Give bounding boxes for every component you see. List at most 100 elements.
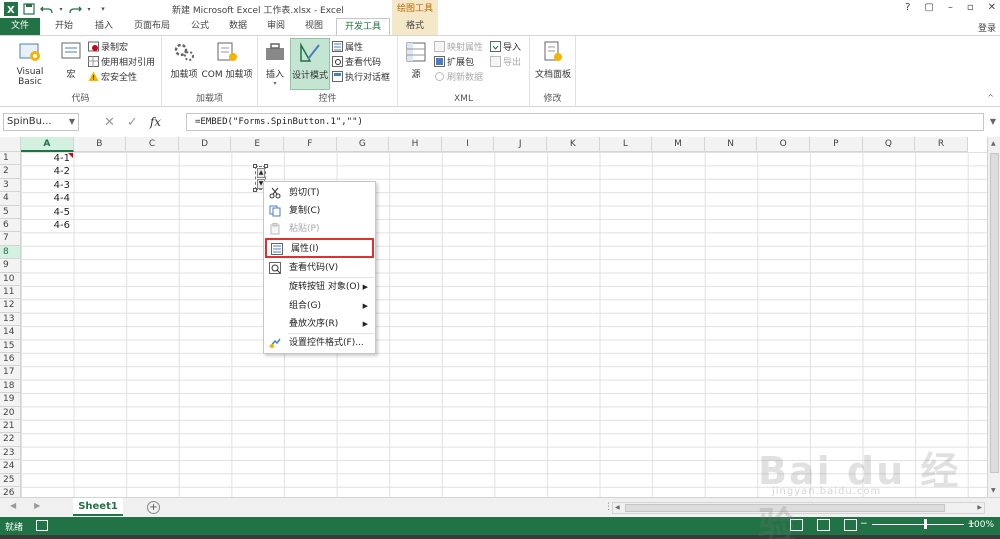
row-header[interactable]: 11 — [0, 286, 21, 300]
confirm-icon[interactable]: ✓ — [127, 115, 138, 130]
com-addins-button[interactable]: COM 加载项 — [200, 40, 254, 80]
name-box[interactable]: SpinBu... ▼ — [3, 113, 79, 131]
customize-qat-icon[interactable]: ▾ — [96, 2, 110, 16]
relative-ref-button[interactable]: 使用相对引用 — [88, 55, 155, 68]
cell-value[interactable]: 4-3 — [21, 179, 73, 192]
document-panel-button[interactable]: 文档面板 — [533, 40, 573, 80]
map-properties-button[interactable]: 映射属性 — [434, 40, 483, 53]
column-header[interactable]: K — [547, 137, 600, 152]
formula-input[interactable]: =EMBED("Forms.SpinButton.1","") — [186, 113, 984, 131]
redo-icon[interactable] — [68, 2, 82, 16]
tab-home[interactable]: 开始 — [46, 18, 82, 35]
vertical-scroll-thumb[interactable] — [990, 153, 999, 473]
resize-handle[interactable] — [253, 164, 257, 168]
insert-function-button[interactable]: fx — [150, 115, 161, 129]
select-all-button[interactable] — [0, 137, 21, 152]
undo-dropdown-icon[interactable]: ▾ — [58, 2, 64, 16]
resize-handle[interactable] — [253, 188, 257, 192]
resize-handle[interactable] — [264, 164, 268, 168]
expansion-pack-button[interactable]: 扩展包 — [434, 55, 474, 68]
record-macro-button[interactable]: 录制宏 — [88, 40, 128, 53]
tab-page-layout[interactable]: 页面布局 — [126, 18, 178, 35]
tab-developer[interactable]: 开发工具 — [336, 18, 390, 35]
row-header[interactable]: 10 — [0, 272, 21, 286]
tab-view[interactable]: 视图 — [296, 18, 332, 35]
row-header[interactable]: 2 — [0, 165, 21, 179]
row-header[interactable]: 8 — [0, 245, 21, 260]
macro-security-button[interactable]: ! 宏安全性 — [88, 70, 137, 83]
column-header[interactable]: I — [441, 137, 495, 152]
spin-up-arrow-icon[interactable]: ▲ — [257, 168, 265, 178]
cell-value[interactable]: 4-6 — [21, 219, 73, 232]
column-header[interactable]: E — [231, 137, 284, 152]
row-header[interactable]: 18 — [0, 379, 21, 394]
xml-import-button[interactable]: 导入 — [490, 40, 521, 53]
column-header[interactable]: Q — [862, 137, 916, 152]
tab-file[interactable]: 文件 — [0, 18, 40, 35]
column-header[interactable]: F — [284, 137, 337, 152]
row-header[interactable]: 21 — [0, 420, 21, 434]
row-header[interactable]: 7 — [0, 232, 21, 246]
scroll-left-icon[interactable]: ◀ — [615, 504, 620, 511]
column-header[interactable]: A — [21, 137, 74, 152]
column-header[interactable]: R — [915, 137, 968, 152]
row-header[interactable]: 26 — [0, 487, 21, 497]
tab-formulas[interactable]: 公式 — [182, 18, 218, 35]
column-header[interactable]: L — [599, 137, 653, 152]
cancel-icon[interactable]: ✕ — [104, 115, 115, 130]
menu-item-view-code[interactable]: 查看代码(V) — [265, 259, 374, 277]
save-icon[interactable] — [22, 2, 36, 16]
menu-item-format-control[interactable]: 设置控件格式(F)... — [265, 334, 374, 352]
column-header[interactable]: O — [757, 137, 810, 152]
restore-button[interactable]: ▫ — [967, 2, 974, 13]
menu-item-group[interactable]: 组合(G) ▶ — [265, 297, 374, 315]
column-header[interactable]: D — [178, 137, 232, 152]
tab-data[interactable]: 数据 — [220, 18, 256, 35]
addins-button[interactable]: 加载项 — [168, 40, 200, 80]
row-header[interactable]: 14 — [0, 326, 21, 340]
row-header[interactable]: 12 — [0, 299, 21, 313]
view-code-ribbon-button[interactable]: 查看代码 — [332, 55, 381, 68]
row-header[interactable]: 15 — [0, 339, 21, 353]
login-link[interactable]: 登录 — [978, 21, 996, 34]
tab-format[interactable]: 格式 — [392, 18, 438, 35]
xml-export-button[interactable]: 导出 — [490, 55, 521, 68]
menu-item-properties[interactable]: 属性(I) — [265, 238, 374, 258]
row-header[interactable]: 20 — [0, 406, 21, 420]
cell-value[interactable]: 4-5 — [21, 206, 73, 219]
row-header[interactable]: 4 — [0, 192, 21, 206]
design-mode-button[interactable]: 设计模式 — [290, 38, 330, 90]
column-header[interactable]: C — [126, 137, 179, 152]
cell-value[interactable]: 4-2 — [21, 165, 73, 178]
tab-review[interactable]: 审阅 — [258, 18, 294, 35]
prev-sheet-icon[interactable]: ◀ — [10, 501, 16, 510]
column-header[interactable]: H — [389, 137, 442, 152]
column-header[interactable]: J — [494, 137, 547, 152]
collapse-ribbon-icon[interactable]: ^ — [987, 93, 994, 102]
column-header[interactable]: P — [810, 137, 863, 152]
cell-value[interactable]: 4-4 — [21, 192, 73, 205]
tab-insert[interactable]: 插入 — [86, 18, 122, 35]
column-header[interactable]: G — [336, 137, 390, 152]
row-header[interactable]: 3 — [0, 178, 21, 193]
close-button[interactable]: ✕ — [988, 2, 996, 13]
properties-ribbon-button[interactable]: 属性 — [332, 40, 363, 53]
row-header[interactable]: 1 — [0, 152, 21, 166]
insert-control-button[interactable]: 插入 ▾ — [262, 40, 288, 87]
row-header[interactable]: 9 — [0, 259, 21, 273]
row-header[interactable]: 25 — [0, 473, 21, 487]
xml-source-button[interactable]: 源 — [404, 40, 428, 80]
column-header[interactable]: M — [652, 137, 705, 152]
sheet-tab-sheet1[interactable]: Sheet1 — [73, 498, 123, 516]
menu-item-copy[interactable]: 复制(C) — [265, 202, 374, 220]
expand-formula-icon[interactable]: ▼ — [990, 117, 996, 126]
cell-value[interactable]: 4-1 — [21, 152, 73, 165]
row-header[interactable]: 5 — [0, 205, 21, 219]
menu-item-cut[interactable]: 剪切(T) — [265, 184, 374, 202]
row-header[interactable]: 16 — [0, 353, 21, 367]
row-header[interactable]: 24 — [0, 460, 21, 474]
menu-item-order[interactable]: 叠放次序(R) ▶ — [265, 315, 374, 333]
minimize-button[interactable]: – — [948, 2, 953, 13]
redo-dropdown-icon[interactable]: ▾ — [86, 2, 92, 16]
visual-basic-button[interactable]: Visual Basic — [4, 40, 56, 87]
